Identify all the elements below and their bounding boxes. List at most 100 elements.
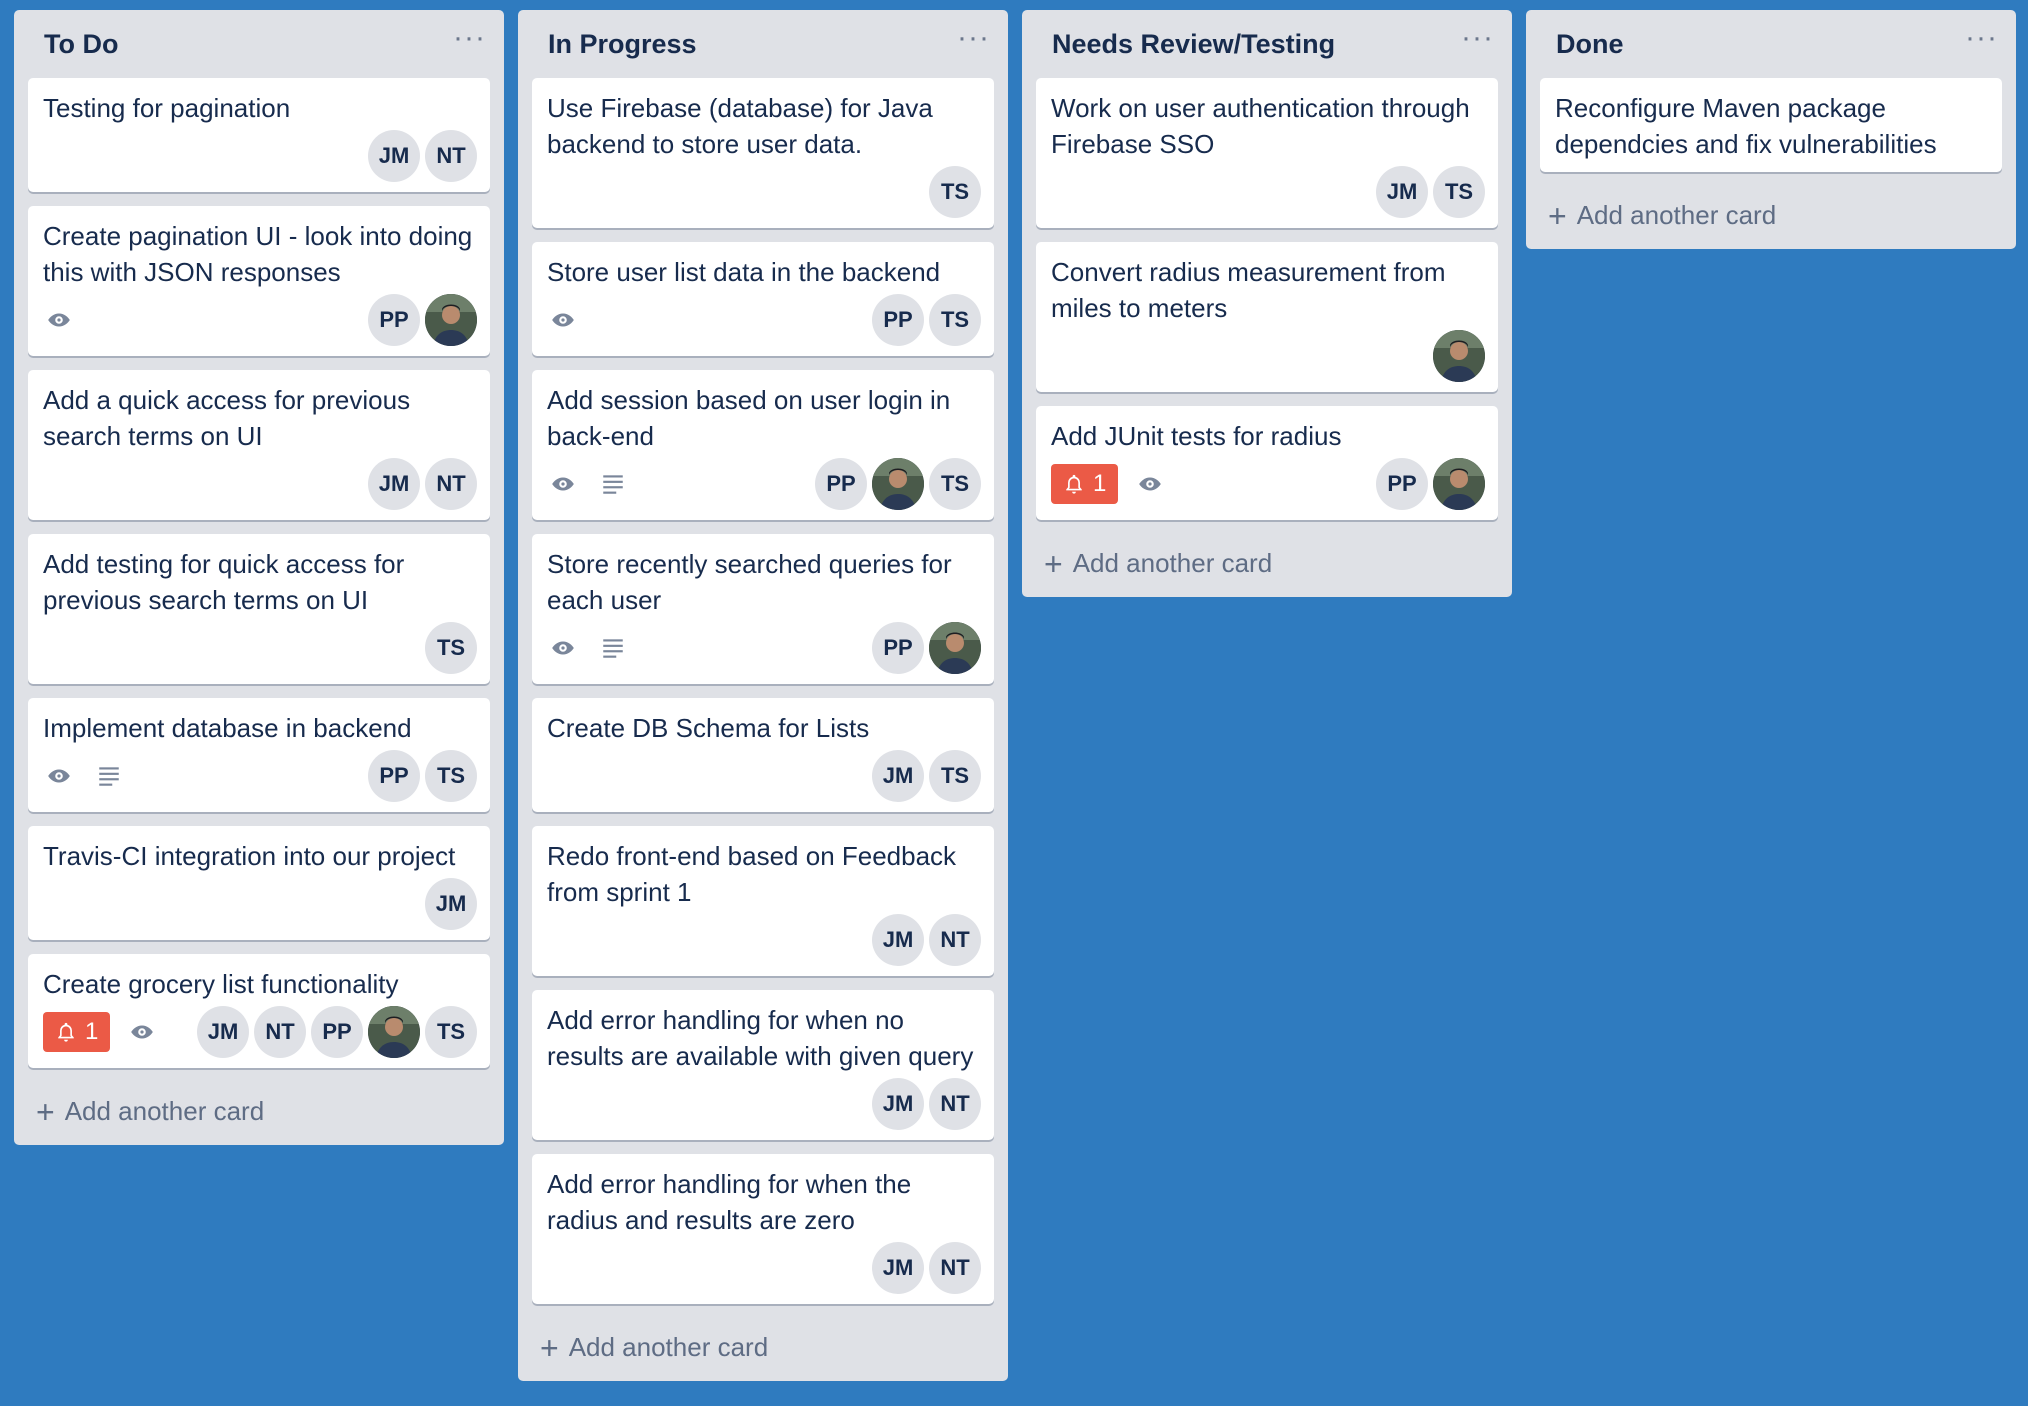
description-icon bbox=[597, 632, 629, 664]
member-avatar[interactable]: NT bbox=[425, 458, 477, 510]
member-avatar[interactable]: PP bbox=[1376, 458, 1428, 510]
member-avatar[interactable]: NT bbox=[929, 1078, 981, 1130]
member-avatar[interactable]: PP bbox=[872, 622, 924, 674]
member-avatar[interactable]: JM bbox=[872, 1242, 924, 1294]
member-avatar[interactable]: JM bbox=[872, 914, 924, 966]
member-avatar[interactable]: TS bbox=[929, 750, 981, 802]
member-avatar[interactable]: JM bbox=[425, 878, 477, 930]
add-card-label: Add another card bbox=[1072, 548, 1273, 578]
member-avatar-photo[interactable] bbox=[1433, 330, 1485, 382]
card[interactable]: Create grocery list functionality 1 JM NT PP… bbox=[28, 954, 490, 1068]
member-avatar[interactable]: PP bbox=[368, 750, 420, 802]
card[interactable]: Add error handling for when the radius a… bbox=[532, 1154, 994, 1304]
member-avatar-photo[interactable] bbox=[368, 1006, 420, 1058]
list-menu-icon[interactable]: ··· bbox=[1461, 23, 1494, 60]
card[interactable]: Add error handling for when no results a… bbox=[532, 990, 994, 1140]
card-title: Create DB Schema for Lists bbox=[547, 713, 870, 743]
member-avatar[interactable]: TS bbox=[929, 294, 981, 346]
member-avatar[interactable]: TS bbox=[929, 458, 981, 510]
member-avatar[interactable]: TS bbox=[425, 750, 477, 802]
card-footer: PP bbox=[547, 622, 981, 674]
card-title: Add error handling for when the radius a… bbox=[547, 1169, 912, 1235]
card-footer bbox=[1051, 330, 1485, 382]
member-avatar[interactable]: JM bbox=[368, 458, 420, 510]
card-title: Work on user authentication through Fire… bbox=[1051, 93, 1470, 159]
member-avatar[interactable]: NT bbox=[929, 1242, 981, 1294]
member-avatar[interactable]: PP bbox=[815, 458, 867, 510]
member-avatar-photo[interactable] bbox=[1433, 458, 1485, 510]
card[interactable]: Store recently searched queries for each… bbox=[532, 534, 994, 684]
member-avatar[interactable]: NT bbox=[425, 130, 477, 182]
add-card-button[interactable]: + Add another card bbox=[1036, 534, 1498, 583]
card-members: JM TS bbox=[1371, 166, 1485, 218]
description-icon bbox=[93, 760, 125, 792]
card[interactable]: Create DB Schema for Lists JM TS bbox=[532, 698, 994, 812]
list-title[interactable]: Needs Review/Testing bbox=[1052, 29, 1335, 60]
member-avatar[interactable]: TS bbox=[425, 1006, 477, 1058]
notification-count: 1 bbox=[85, 1018, 99, 1045]
card[interactable]: Redo front-end based on Feedback from sp… bbox=[532, 826, 994, 976]
card-badges bbox=[547, 632, 647, 664]
member-avatar-photo[interactable] bbox=[425, 294, 477, 346]
member-avatar[interactable]: TS bbox=[1433, 166, 1485, 218]
notification-count: 1 bbox=[1093, 470, 1107, 497]
list-menu-icon[interactable]: ··· bbox=[957, 23, 990, 60]
card[interactable]: Add session based on user login in back-… bbox=[532, 370, 994, 520]
member-avatar[interactable]: NT bbox=[929, 914, 981, 966]
list-title[interactable]: Done bbox=[1556, 29, 1624, 60]
card-footer: 1 PP bbox=[1051, 458, 1485, 510]
card-members: JM NT bbox=[867, 1078, 981, 1130]
card-members: TS bbox=[924, 166, 981, 218]
member-avatar[interactable]: PP bbox=[872, 294, 924, 346]
card[interactable]: Add testing for quick access for previou… bbox=[28, 534, 490, 684]
member-avatar[interactable]: JM bbox=[368, 130, 420, 182]
notification-badge[interactable]: 1 bbox=[43, 1012, 111, 1052]
card[interactable]: Convert radius measurement from miles to… bbox=[1036, 242, 1498, 392]
card-members: PP bbox=[363, 294, 477, 346]
card[interactable]: Work on user authentication through Fire… bbox=[1036, 78, 1498, 228]
card-title: Add session based on user login in back-… bbox=[547, 385, 951, 451]
list-title[interactable]: To Do bbox=[44, 29, 118, 60]
member-avatar[interactable]: TS bbox=[929, 166, 981, 218]
notification-badge[interactable]: 1 bbox=[1051, 464, 1119, 504]
list-menu-icon[interactable]: ··· bbox=[453, 23, 486, 60]
card-members: JM NT PP TS bbox=[192, 1006, 477, 1058]
card-footer: PP TS bbox=[547, 294, 981, 346]
member-avatar[interactable]: JM bbox=[872, 750, 924, 802]
card[interactable]: Add a quick access for previous search t… bbox=[28, 370, 490, 520]
card[interactable]: Reconfigure Maven package dependcies and… bbox=[1540, 78, 2002, 172]
list: Needs Review/Testing ··· Work on user auth… bbox=[1022, 10, 1512, 597]
member-avatar[interactable]: JM bbox=[197, 1006, 249, 1058]
card-members: PP TS bbox=[363, 750, 477, 802]
member-avatar-photo[interactable] bbox=[872, 458, 924, 510]
member-avatar[interactable]: PP bbox=[368, 294, 420, 346]
watch-eye-icon bbox=[126, 1016, 158, 1048]
list-title[interactable]: In Progress bbox=[548, 29, 697, 60]
list-menu-icon[interactable]: ··· bbox=[1965, 23, 1998, 60]
member-avatar[interactable]: NT bbox=[254, 1006, 306, 1058]
card[interactable]: Testing for pagination JM NT bbox=[28, 78, 490, 192]
member-avatar[interactable]: JM bbox=[1376, 166, 1428, 218]
card[interactable]: Create pagination UI - look into doing t… bbox=[28, 206, 490, 356]
member-avatar[interactable]: JM bbox=[872, 1078, 924, 1130]
card-title: Travis-CI integration into our project bbox=[43, 841, 456, 871]
add-card-button[interactable]: + Add another card bbox=[28, 1082, 490, 1131]
plus-icon: + bbox=[1044, 545, 1063, 582]
card[interactable]: Add JUnit tests for radius 1 PP bbox=[1036, 406, 1498, 520]
add-card-button[interactable]: + Add another card bbox=[532, 1318, 994, 1367]
member-avatar-photo[interactable] bbox=[929, 622, 981, 674]
card-members: JM NT bbox=[363, 130, 477, 182]
card-title: Store user list data in the backend bbox=[547, 257, 941, 287]
member-avatar[interactable]: TS bbox=[425, 622, 477, 674]
card-title: Create pagination UI - look into doing t… bbox=[43, 221, 473, 287]
card[interactable]: Implement database in backend PP TS bbox=[28, 698, 490, 812]
card[interactable]: Store user list data in the backend PP TS bbox=[532, 242, 994, 356]
card[interactable]: Travis-CI integration into our project JM bbox=[28, 826, 490, 940]
add-card-button[interactable]: + Add another card bbox=[1540, 186, 2002, 235]
card[interactable]: Use Firebase (database) for Java backend… bbox=[532, 78, 994, 228]
watch-eye-icon bbox=[547, 632, 579, 664]
card-footer: TS bbox=[547, 166, 981, 218]
card-footer: JM TS bbox=[547, 750, 981, 802]
bell-icon bbox=[58, 1022, 74, 1042]
member-avatar[interactable]: PP bbox=[311, 1006, 363, 1058]
